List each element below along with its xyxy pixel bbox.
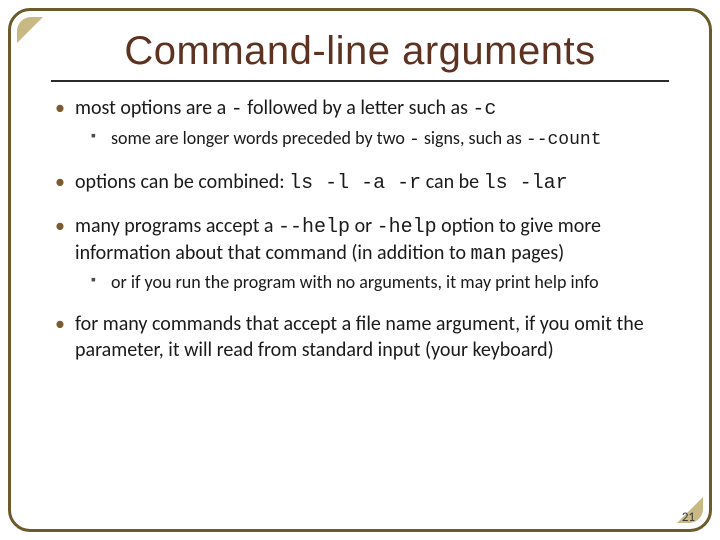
code: man	[471, 243, 507, 266]
code: ls -lar	[484, 172, 568, 195]
bullet-3: many programs accept a --help or -help o…	[55, 214, 669, 294]
text: most options are a	[75, 96, 231, 120]
sub-bullet-3: or if you run the program with no argume…	[91, 271, 669, 294]
text: pages)	[507, 241, 565, 265]
code: --count	[526, 130, 602, 150]
slide-frame: Command-line arguments most options are …	[8, 8, 712, 532]
bullet-1: most options are a - followed by a lette…	[55, 96, 669, 152]
bullet-list: most options are a - followed by a lette…	[51, 96, 669, 364]
code: -c	[472, 98, 496, 121]
text: signs, such as	[420, 127, 526, 149]
text: can be	[421, 170, 483, 194]
code: -help	[377, 216, 437, 239]
text: or	[350, 214, 377, 238]
text: many programs accept a	[75, 214, 278, 238]
sub-bullet-list: or if you run the program with no argume…	[75, 271, 669, 294]
bullet-4: for many commands that accept a file nam…	[55, 312, 669, 363]
text: for many commands that accept a file nam…	[75, 312, 644, 362]
code: ls -l -a -r	[289, 172, 421, 195]
slide-title: Command-line arguments	[51, 29, 669, 82]
bullet-2: options can be combined: ls -l -a -r can…	[55, 170, 669, 197]
sub-bullet-1: some are longer words preceded by two - …	[91, 127, 669, 152]
text: some are longer words preceded by two	[111, 127, 409, 149]
text: or if you run the program with no argume…	[111, 271, 599, 293]
corner-accent-top-left	[17, 17, 43, 43]
code: -	[231, 98, 243, 121]
sub-bullet-list: some are longer words preceded by two - …	[75, 127, 669, 152]
code: --help	[278, 216, 350, 239]
slide-content: Command-line arguments most options are …	[51, 29, 669, 501]
text: followed by a letter such as	[243, 96, 473, 120]
page-number: 21	[682, 510, 695, 525]
text: options can be combined:	[75, 170, 289, 194]
code: -	[409, 130, 420, 150]
